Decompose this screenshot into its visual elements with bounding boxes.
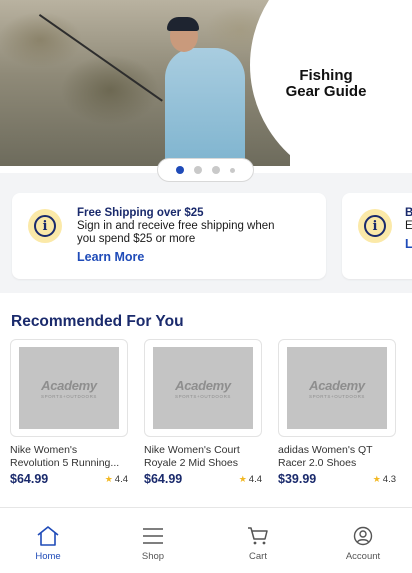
promo-body-line-1: Sign in and receive free shipping when [77, 220, 275, 232]
brand-logo: Academy [309, 377, 365, 393]
product-image-placeholder: Academy SPORTS+OUTDOORS [287, 347, 387, 429]
info-icon: i [358, 209, 392, 243]
product-name-line-1: Nike Women's [10, 444, 78, 456]
nav-shop[interactable]: Shop [108, 508, 198, 568]
section-title: Recommended For You [11, 313, 184, 330]
nav-home[interactable]: Home [3, 508, 93, 568]
product-card[interactable]: Academy SPORTS+OUTDOORS adidas Women's Q… [278, 339, 406, 486]
promo-title: B [405, 207, 412, 219]
product-card[interactable]: Academy SPORTS+OUTDOORS Nike Women's Rev… [10, 339, 138, 486]
carousel-dot[interactable] [212, 166, 220, 174]
carousel-dot[interactable] [230, 167, 235, 173]
brand-logo-sub: SPORTS+OUTDOORS [174, 393, 232, 399]
product-rating: ★ 4.3 [373, 474, 396, 485]
app-screen: Fishing Gear Guide i Free Shipping over … [0, 0, 412, 573]
cart-icon [246, 526, 270, 546]
star-icon: ★ [372, 473, 381, 484]
carousel-indicator [157, 158, 254, 182]
product-price: $64.99 [144, 472, 183, 486]
product-rating: ★ 4.4 [105, 474, 128, 485]
product-card[interactable]: Academy SPORTS+OUTDOORS Nike Women's Cou… [144, 339, 272, 486]
product-name-line-1: Nike Women's Court [144, 444, 240, 456]
nav-cart[interactable]: Cart [213, 508, 303, 568]
learn-more-link[interactable]: Learn More [77, 250, 317, 264]
fishing-rod-graphic [38, 14, 163, 102]
nav-label: Shop [141, 551, 165, 562]
nav-account[interactable]: Account [318, 508, 408, 568]
product-name-line-2: Royale 2 Mid Shoes [144, 457, 238, 469]
rating-value: 4.4 [248, 473, 262, 485]
product-name[interactable]: Nike Women's Revolution 5 Running... [10, 444, 138, 470]
product-image-placeholder: Academy SPORTS+OUTDOORS [19, 347, 119, 429]
product-image-frame[interactable]: Academy SPORTS+OUTDOORS [144, 339, 262, 437]
product-carousel[interactable]: Academy SPORTS+OUTDOORS Nike Women's Rev… [10, 339, 412, 489]
info-icon: i [28, 209, 62, 243]
learn-more-link[interactable]: L [405, 237, 412, 251]
hero-photo [0, 0, 290, 166]
promo-card-next[interactable]: i B E L [342, 193, 412, 279]
hero-title-line-1: Fishing [299, 67, 353, 84]
product-price: $64.99 [10, 472, 49, 486]
product-name-line-2: Revolution 5 Running... [10, 457, 120, 469]
nav-label: Cart [249, 551, 267, 562]
star-icon: ★ [238, 473, 247, 484]
hero-title: Fishing Gear Guide [270, 68, 382, 100]
brand-logo-sub: SPORTS+OUTDOORS [308, 393, 366, 399]
rating-value: 4.3 [382, 473, 396, 485]
brand-logo: Academy [41, 377, 97, 393]
carousel-dot[interactable] [194, 166, 202, 174]
promo-card-free-shipping[interactable]: i Free Shipping over $25 Sign in and rec… [12, 193, 326, 279]
promo-carousel[interactable]: i Free Shipping over $25 Sign in and rec… [0, 173, 412, 293]
star-icon: ★ [104, 473, 113, 484]
product-name[interactable]: adidas Women's QT Racer 2.0 Shoes [278, 444, 406, 470]
promo-body-line-2: you spend $25 or more [77, 233, 196, 245]
product-image-placeholder: Academy SPORTS+OUTDOORS [153, 347, 253, 429]
angler-graphic [165, 48, 245, 166]
carousel-dot-active[interactable] [176, 166, 184, 174]
nav-label: Account [345, 551, 381, 562]
product-price: $39.99 [278, 472, 317, 486]
product-name-line-1: adidas Women's QT [278, 444, 373, 456]
brand-logo: Academy [175, 377, 231, 393]
rating-value: 4.4 [114, 473, 128, 485]
bottom-nav: Home Shop Cart Account [0, 508, 412, 573]
hero-title-line-2: Gear Guide [285, 83, 367, 100]
promo-title: Free Shipping over $25 [77, 207, 204, 219]
product-image-frame[interactable]: Academy SPORTS+OUTDOORS [278, 339, 396, 437]
hero-banner[interactable]: Fishing Gear Guide [0, 0, 412, 166]
account-icon [351, 526, 375, 546]
product-name-line-2: Racer 2.0 Shoes [278, 457, 357, 469]
product-image-frame[interactable]: Academy SPORTS+OUTDOORS [10, 339, 128, 437]
promo-body-line-1: E [405, 220, 412, 232]
nav-label: Home [35, 551, 61, 562]
product-name[interactable]: Nike Women's Court Royale 2 Mid Shoes [144, 444, 272, 470]
angler-cap-graphic [167, 17, 199, 31]
home-icon [36, 526, 60, 546]
menu-icon [141, 526, 165, 546]
brand-logo-sub: SPORTS+OUTDOORS [40, 393, 98, 399]
product-rating: ★ 4.4 [239, 474, 262, 485]
